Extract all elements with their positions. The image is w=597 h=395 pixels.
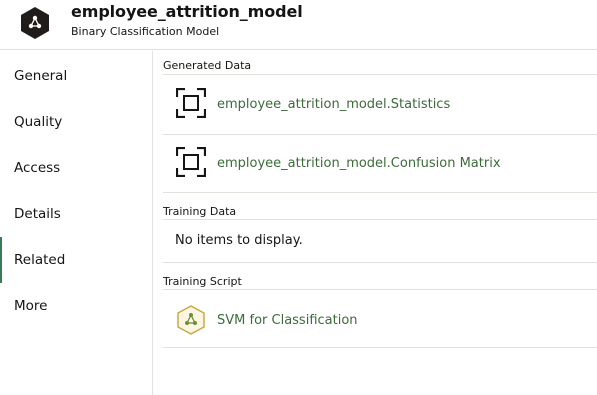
generated-item-confusion-matrix[interactable]: employee_attrition_model.Confusion Matri… [217, 156, 501, 171]
frame-icon [176, 88, 206, 118]
frame-icon [176, 147, 206, 177]
training-script-item-svm[interactable]: SVM for Classification [217, 313, 358, 328]
divider [163, 74, 597, 75]
page-subtitle: Binary Classification Model [71, 25, 220, 38]
empty-message: No items to display. [175, 233, 303, 248]
model-network-icon [21, 7, 49, 39]
page-header: employee_attrition_model Binary Classifi… [0, 0, 597, 50]
divider [163, 289, 597, 290]
divider [163, 347, 597, 348]
sidebar-item-related[interactable]: Related [0, 237, 152, 283]
page-title: employee_attrition_model [71, 2, 303, 21]
sidebar-nav: General Quality Access Details Related M… [0, 51, 153, 395]
sidebar-item-details[interactable]: Details [0, 191, 152, 237]
divider [163, 134, 597, 135]
training-data-heading: Training Data [163, 205, 237, 218]
divider [163, 192, 597, 193]
sidebar-item-access[interactable]: Access [0, 145, 152, 191]
related-panel: Generated Data employee_attrition_model.… [163, 51, 597, 395]
divider [163, 262, 597, 263]
generated-data-heading: Generated Data [163, 59, 252, 72]
sidebar-item-more[interactable]: More [0, 283, 152, 329]
sidebar-item-quality[interactable]: Quality [0, 99, 152, 145]
generated-item-statistics[interactable]: employee_attrition_model.Statistics [217, 97, 450, 112]
training-script-heading: Training Script [163, 275, 242, 288]
sidebar-item-general[interactable]: General [0, 53, 152, 99]
hexagon-network-icon [177, 305, 205, 335]
divider [163, 219, 597, 220]
